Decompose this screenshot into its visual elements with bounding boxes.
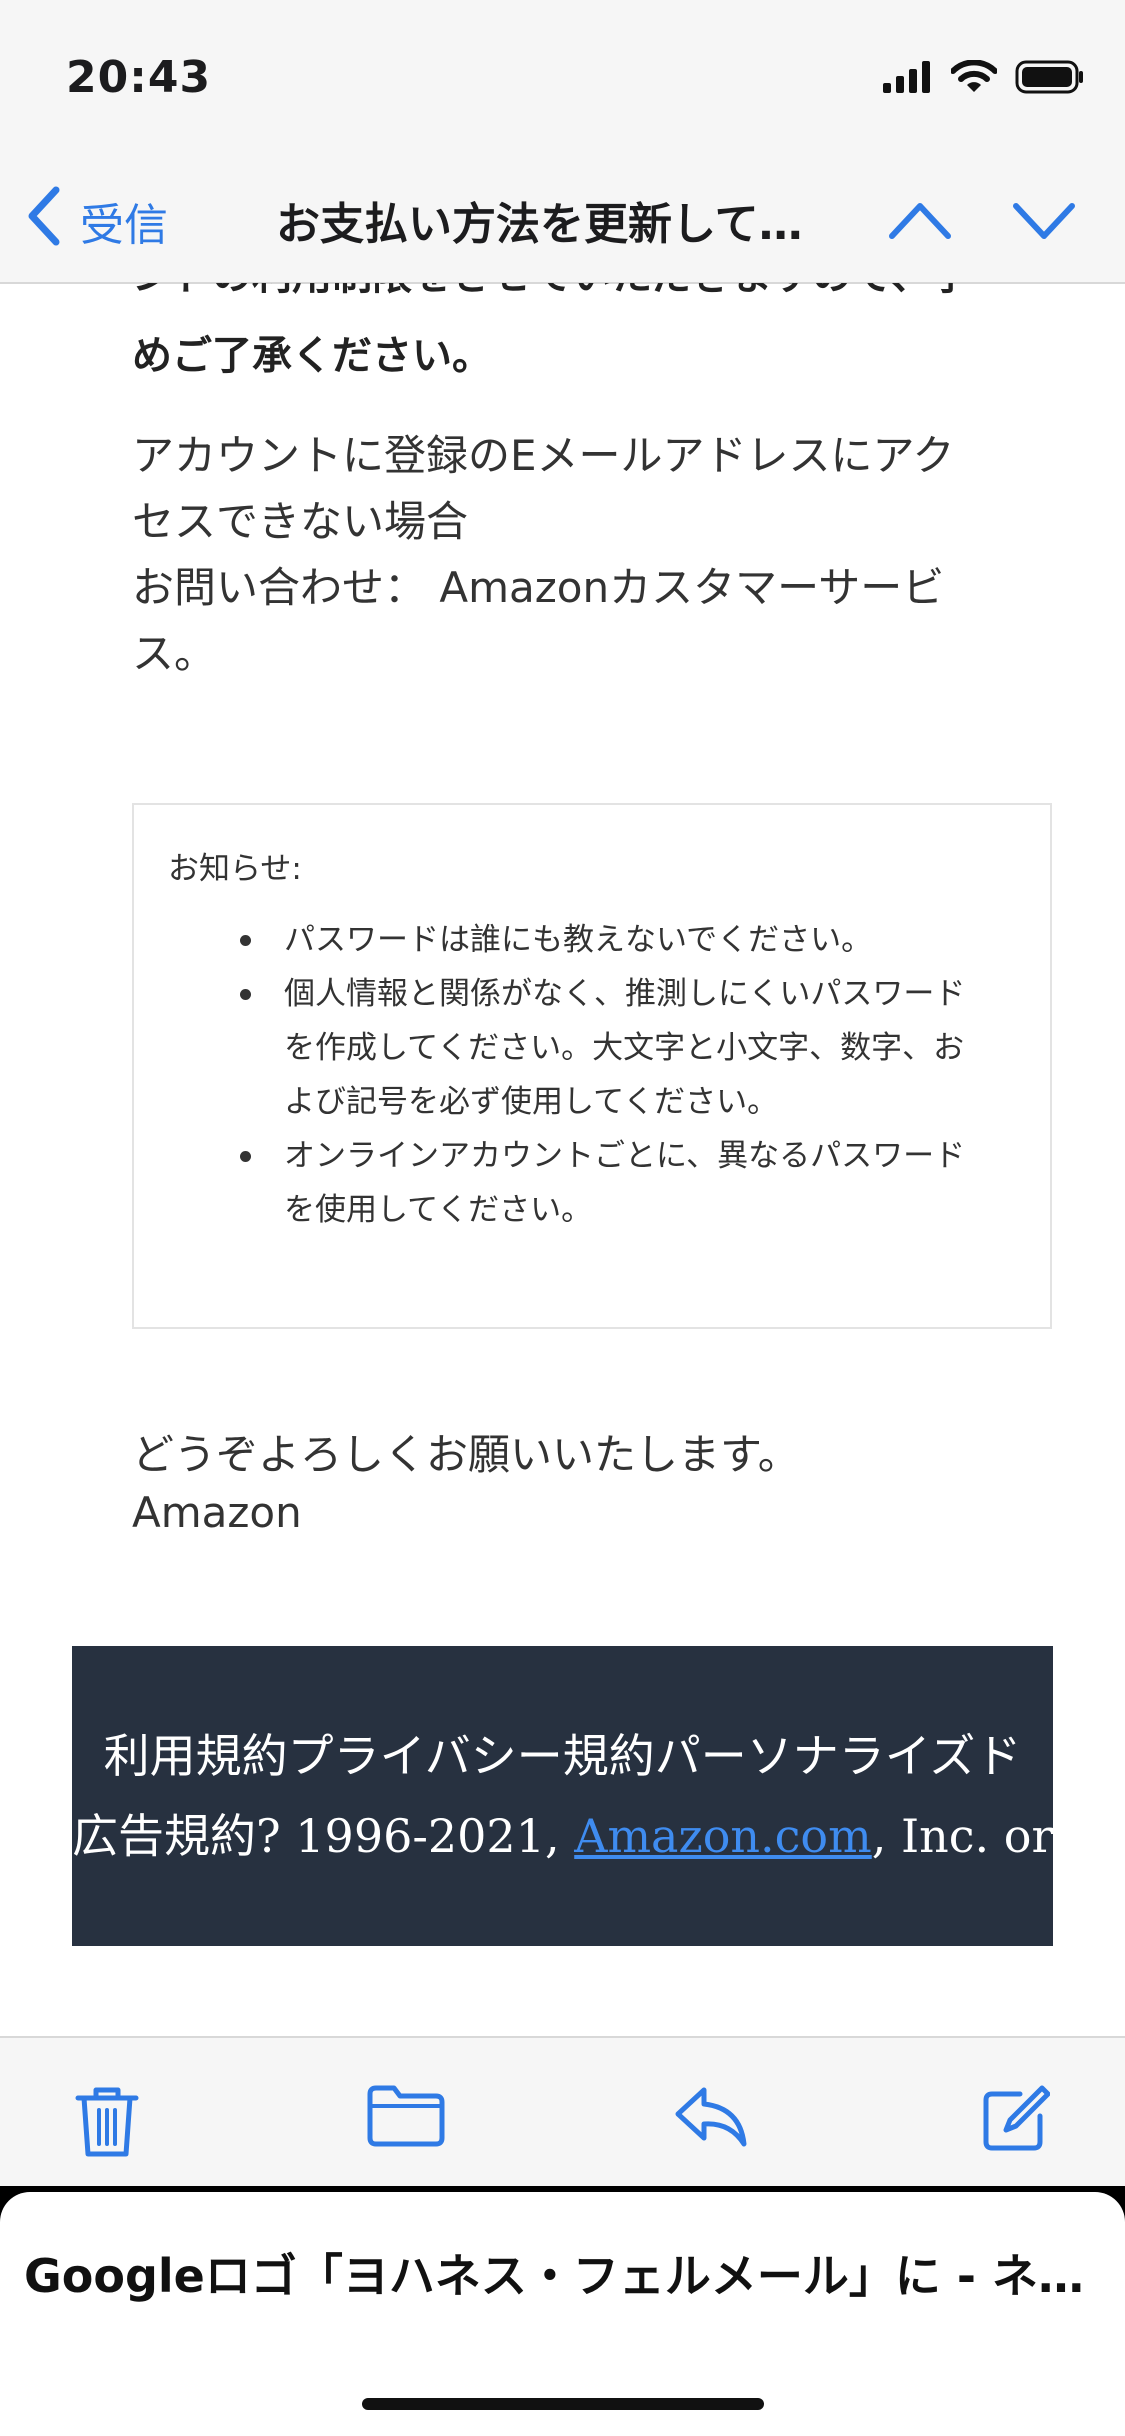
notice-title: お知らせ:: [168, 851, 302, 887]
bold-text-line: めご了承ください。: [132, 333, 492, 379]
status-time: 20:43: [66, 52, 212, 103]
closing-text: どうぞよろしくお願いいたします。: [132, 1430, 800, 1479]
status-icons: [883, 59, 1085, 98]
chevron-down-icon: [1012, 203, 1076, 252]
next-message-button[interactable]: [1012, 192, 1076, 252]
compose-button[interactable]: [980, 2084, 1051, 2158]
signal-icon: [883, 61, 933, 97]
back-button[interactable]: 受信: [26, 186, 168, 256]
chevron-up-icon: [888, 203, 952, 252]
amazon-link[interactable]: Amazon.com: [574, 1809, 872, 1863]
notice-item: 個人情報と関係がなく、推測しにくいパスワード を作成してください。大文字と小文字…: [240, 967, 1024, 1129]
truncated-text-line: ンドの利用制限をさせていただきますので、予: [132, 283, 1032, 301]
paragraph-line: お問い合わせ： Amazonカスタマーサービ: [132, 563, 945, 612]
notice-item-line: 個人情報と関係がなく、推測しにくいパスワード: [284, 976, 966, 1012]
sender-name: Amazon: [132, 1488, 302, 1537]
footer-text: , Inc. or its: [871, 1809, 1125, 1863]
notice-item-line: パスワードは誰にも教えないでください。: [284, 922, 873, 958]
status-bar: 20:43: [0, 0, 1125, 160]
home-indicator[interactable]: [362, 2398, 764, 2410]
footer-line: 利用規約プライバシー規約パーソナライズド: [103, 1729, 1022, 1783]
email-subject-title: お支払い方法を更新して…: [276, 199, 803, 250]
contact-paragraph: アカウントに登録のEメールアドレスにアク セスできない場合 お問い合わせ： Am…: [132, 423, 1032, 687]
notice-item-line: を使用してください。: [284, 1192, 593, 1228]
delete-button[interactable]: [72, 2084, 142, 2164]
move-to-folder-button[interactable]: [366, 2084, 446, 2152]
navigation-bar: 受信 お支払い方法を更新して…: [0, 160, 1125, 284]
footer-text: 広告規約? 1996-2021,: [72, 1809, 575, 1863]
compose-icon: [980, 2085, 1051, 2158]
notice-item: オンラインアカウントごとに、異なるパスワード を使用してください。: [240, 1129, 1024, 1237]
paragraph-line: セスできない場合: [132, 497, 469, 546]
reply-button[interactable]: [674, 2084, 750, 2152]
footer-line: 広告規約? 1996-2021, Amazon.com, Inc. or its: [72, 1796, 1125, 1876]
previous-message-button[interactable]: [888, 192, 952, 252]
chevron-left-icon: [26, 186, 80, 257]
email-footer: 利用規約プライバシー規約パーソナライズド 広告規約? 1996-2021, Am…: [72, 1646, 1125, 1946]
battery-icon: [1015, 60, 1085, 98]
paragraph-line: ス。: [132, 629, 217, 678]
notice-item: パスワードは誰にも教えないでください。: [240, 913, 1024, 967]
notice-item-line: を作成してください。大文字と小文字、数字、お: [284, 1030, 965, 1066]
mail-toolbar: [0, 2036, 1125, 2188]
folder-icon: [366, 2085, 446, 2152]
reply-icon: [674, 2087, 750, 2152]
notice-box: お知らせ: パスワードは誰にも教えないでください。 個人情報と関係がなく、推測し…: [132, 803, 1052, 1329]
sheet-title: Googleロゴ「ヨハネス・フェルメール」に - ネ…: [24, 2249, 1084, 2303]
trash-icon: [72, 2087, 142, 2164]
wifi-icon: [950, 59, 998, 98]
notice-list: パスワードは誰にも教えないでください。 個人情報と関係がなく、推測しにくいパスワ…: [240, 913, 1024, 1237]
back-label: 受信: [80, 200, 168, 251]
notice-item-line: オンラインアカウントごとに、異なるパスワード: [284, 1138, 966, 1174]
notice-item-line: よび記号を必ず使用してください。: [284, 1084, 779, 1120]
email-body[interactable]: ンドの利用制限をさせていただきますので、予 めご了承ください。 アカウントに登録…: [0, 283, 1125, 2033]
paragraph-line: アカウントに登録のEメールアドレスにアク: [132, 431, 955, 480]
